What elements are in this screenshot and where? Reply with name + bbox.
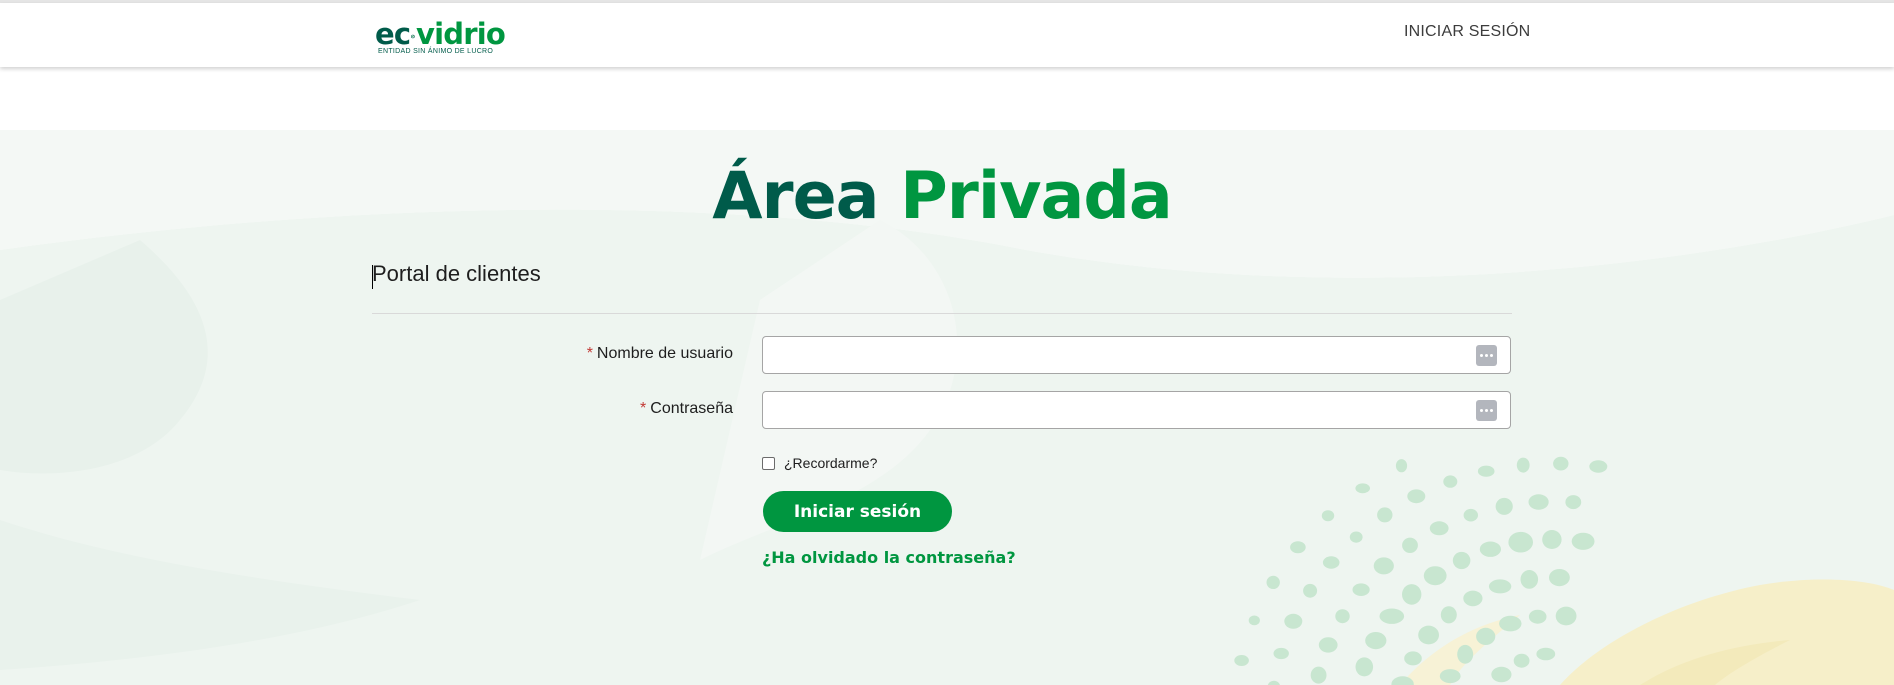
remember-checkbox[interactable] <box>762 456 775 470</box>
page-title-privada: Privada <box>900 159 1173 234</box>
login-page: ec vidrio ENTIDAD SIN ÁNIMO DE LUCRO INI… <box>0 0 1894 685</box>
username-label-text: Nombre de usuario <box>596 345 733 362</box>
leaf-o-icon <box>411 34 415 38</box>
password-manager-icon[interactable] <box>1476 400 1497 421</box>
logo-word-vidrio: vidrio <box>416 17 506 51</box>
password-input[interactable] <box>763 392 1463 428</box>
required-marker: * <box>640 400 647 417</box>
password-field <box>762 391 1511 429</box>
logo-wordmark: ec vidrio <box>375 17 506 51</box>
page-title-area: Área <box>712 159 879 234</box>
main-content: Área Privada Portal de clientes * Nombre … <box>0 0 1894 685</box>
password-label: * Contraseña <box>640 400 733 418</box>
required-marker: * <box>586 345 593 362</box>
username-label: * Nombre de usuario <box>587 345 733 363</box>
site-header: ec vidrio ENTIDAD SIN ÁNIMO DE LUCRO INI… <box>0 3 1894 67</box>
password-manager-icon[interactable] <box>1476 345 1497 366</box>
section-divider <box>372 313 1512 314</box>
password-label-text: Contraseña <box>650 400 733 417</box>
page-title: Área Privada <box>0 157 1884 237</box>
remember-label: ¿Recordarme? <box>784 455 878 471</box>
text-cursor <box>372 265 373 289</box>
logo-tagline: ENTIDAD SIN ÁNIMO DE LUCRO <box>378 48 494 55</box>
ecovidrio-logo[interactable]: ec vidrio ENTIDAD SIN ÁNIMO DE LUCRO <box>375 17 506 60</box>
username-field <box>762 336 1511 374</box>
username-input[interactable] <box>763 337 1463 373</box>
forgot-password-link[interactable]: ¿Ha olvidado la contraseña? <box>762 548 1016 567</box>
nav-login-link[interactable]: INICIAR SESIÓN <box>1404 23 1530 41</box>
remember-me[interactable]: ¿Recordarme? <box>762 455 877 471</box>
logo-word-ec: ec <box>375 17 411 51</box>
section-title: Portal de clientes <box>372 261 541 286</box>
login-button[interactable]: Iniciar sesión <box>763 491 952 532</box>
